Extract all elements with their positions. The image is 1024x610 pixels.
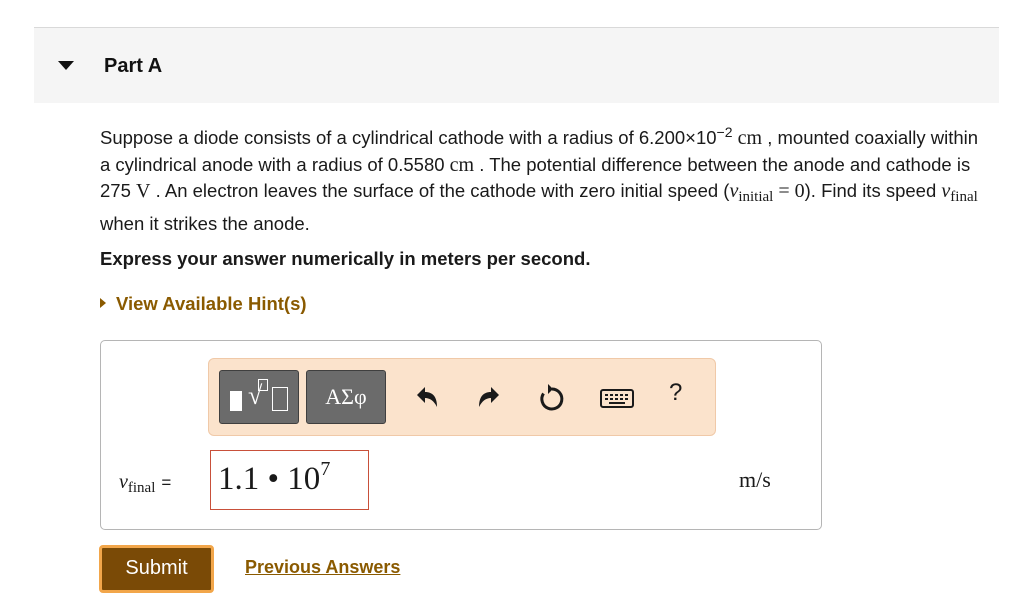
exponent: −2 xyxy=(716,124,733,140)
math-toolbar: √ ΑΣφ ? xyxy=(208,358,716,436)
caret-right-icon xyxy=(100,298,106,308)
undo-icon[interactable] xyxy=(409,381,443,415)
redo-icon[interactable] xyxy=(473,381,507,415)
submit-button[interactable]: Submit xyxy=(99,545,214,593)
templates-icon xyxy=(230,391,242,411)
answer-value: 1.1 • 107 xyxy=(218,458,331,498)
equals-sign: = xyxy=(161,473,172,492)
question-segment: when it strikes the anode. xyxy=(100,212,310,234)
v-final-symbol: v xyxy=(119,471,128,493)
question-segment: . An electron leaves the surface of the … xyxy=(150,180,730,201)
unit-cm: cm xyxy=(737,127,763,149)
v-final-subscript: final xyxy=(127,480,156,496)
question-segment: Suppose a diode consists of a cylindrica… xyxy=(100,127,717,148)
answer-box: √ ΑΣφ ? vfinal = 1.1 • 107 m/s xyxy=(100,340,822,530)
answer-mantissa: 1.1 • 10 xyxy=(218,461,321,497)
v-final-subscript: final xyxy=(950,189,978,205)
keyboard-icon[interactable] xyxy=(597,381,637,415)
part-header[interactable]: Part A xyxy=(34,28,999,103)
previous-answers-link[interactable]: Previous Answers xyxy=(245,557,400,578)
hint-label: View Available Hint(s) xyxy=(116,293,307,314)
radical-icon: √ xyxy=(248,381,263,410)
answer-input[interactable]: 1.1 • 107 xyxy=(210,450,369,510)
radical-box xyxy=(272,387,288,411)
help-icon[interactable]: ? xyxy=(669,379,682,407)
caret-down-icon[interactable] xyxy=(58,61,74,70)
v-final-symbol: v xyxy=(941,180,951,202)
v-initial-symbol: v xyxy=(729,180,739,202)
templates-button[interactable]: √ xyxy=(219,370,299,424)
unit-cm: cm xyxy=(449,153,475,176)
question-text: Suppose a diode consists of a cylindrica… xyxy=(100,125,990,237)
question-segment: ). Find its speed xyxy=(804,180,942,201)
view-hints-link[interactable]: View Available Hint(s) xyxy=(100,293,307,315)
v-initial-subscript: initial xyxy=(738,189,774,205)
variable-label: vfinal = xyxy=(119,471,171,497)
answer-instruction: Express your answer numerically in meter… xyxy=(100,248,591,269)
reset-icon[interactable] xyxy=(535,381,569,415)
answer-exponent: 7 xyxy=(320,458,331,480)
part-title: Part A xyxy=(104,55,163,77)
units-label: m/s xyxy=(739,467,771,492)
equals-zero: = 0 xyxy=(773,180,805,202)
unit-volt: V xyxy=(136,180,151,202)
greek-symbols-button[interactable]: ΑΣφ xyxy=(306,370,386,424)
